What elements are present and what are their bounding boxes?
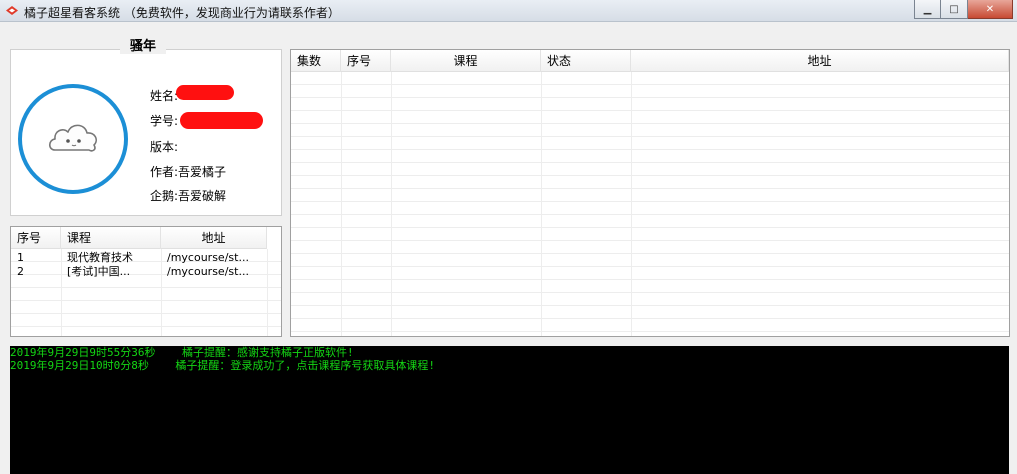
chapter-table-grid [291, 72, 1009, 336]
window-controls: ▁ □ ✕ [914, 0, 1013, 19]
avatar [18, 84, 128, 194]
close-icon: ✕ [985, 3, 995, 15]
field-name: 姓名: [150, 87, 178, 104]
chapter-col-episode[interactable]: 集数 [291, 50, 341, 72]
course-row-name: 现代教育技术 [67, 251, 133, 264]
chapter-grid-line [541, 72, 542, 336]
student-id-redaction-mark [180, 112, 263, 129]
course-table[interactable]: 序号 课程 地址 1 现代教育技术 /mycourse/st... 2 [考试]… [10, 226, 282, 337]
course-row-address: /mycourse/st... [167, 251, 249, 264]
app-logo-icon [5, 5, 19, 16]
name-redaction-mark [176, 85, 234, 100]
log-console[interactable]: 2019年9月29日9时55分36秒 橘子提醒：感谢支持橘子正版软件! 2019… [10, 346, 1009, 474]
chapter-col-address[interactable]: 地址 [631, 50, 1009, 72]
log-line: 2019年9月29日10时0分8秒 橘子提醒：登录成功了，点击课程序号获取具体课… [10, 359, 1009, 372]
minimize-icon: ▁ [923, 3, 932, 15]
table-row[interactable]: 1 现代教育技术 /mycourse/st... [11, 251, 267, 264]
course-row-name: [考试]中国... [67, 265, 131, 278]
maximize-icon: □ [949, 3, 959, 15]
field-qq-label: 企鹅: [150, 189, 179, 203]
log-line: 2019年9月29日9时55分36秒 橘子提醒：感谢支持橘子正版软件! [10, 346, 1009, 359]
log-time: 2019年9月29日9时55分36秒 [10, 346, 156, 359]
minimize-button[interactable]: ▁ [914, 0, 941, 19]
field-author: 作者:吾爱橘子 [150, 163, 226, 180]
title-bar[interactable]: 橘子超星看客系统 （免费软件，发现商业行为请联系作者） ▁ □ ✕ [0, 0, 1017, 22]
user-display-name: 骚年 [120, 35, 167, 54]
chapter-table-header: 集数 序号 课程 状态 地址 [291, 50, 1009, 72]
table-row[interactable]: 2 [考试]中国... /mycourse/st... [11, 265, 267, 278]
course-col-address[interactable]: 地址 [161, 227, 267, 249]
field-qq-value: 吾爱破解 [178, 189, 227, 203]
chapter-col-index[interactable]: 序号 [341, 50, 391, 72]
field-version: 版本: [150, 138, 178, 155]
cloud-face-icon [45, 118, 101, 161]
chapter-table[interactable]: 集数 序号 课程 状态 地址 [290, 49, 1010, 337]
course-col-course[interactable]: 课程 [61, 227, 161, 249]
close-button[interactable]: ✕ [968, 0, 1013, 19]
maximize-button[interactable]: □ [941, 0, 968, 19]
course-grid-line [267, 249, 268, 336]
field-version-label: 版本: [150, 140, 179, 154]
chapter-grid-line [631, 72, 632, 336]
log-time: 2019年9月29日10时0分8秒 [10, 359, 149, 372]
log-message: 橘子提醒：登录成功了，点击课程序号获取具体课程! [175, 359, 435, 372]
field-author-value: 吾爱橘子 [178, 165, 227, 179]
field-author-label: 作者: [150, 165, 179, 179]
course-table-header: 序号 课程 地址 [11, 227, 267, 249]
course-row-index: 1 [17, 251, 24, 264]
course-row-index: 2 [17, 265, 24, 278]
course-row-address: /mycourse/st... [167, 265, 249, 278]
chapter-col-status[interactable]: 状态 [541, 50, 631, 72]
course-col-index[interactable]: 序号 [11, 227, 61, 249]
field-qq: 企鹅:吾爱破解 [150, 187, 226, 204]
chapter-grid-line [391, 72, 392, 336]
chapter-grid-line [341, 72, 342, 336]
window-title: 橘子超星看客系统 （免费软件，发现商业行为请联系作者） [24, 6, 340, 20]
field-name-label: 姓名: [150, 89, 179, 103]
log-message: 橘子提醒：感谢支持橘子正版软件! [181, 346, 354, 359]
field-student-id-label: 学号: [150, 114, 179, 128]
field-student-id: 学号: [150, 112, 178, 129]
chapter-col-course[interactable]: 课程 [391, 50, 541, 72]
